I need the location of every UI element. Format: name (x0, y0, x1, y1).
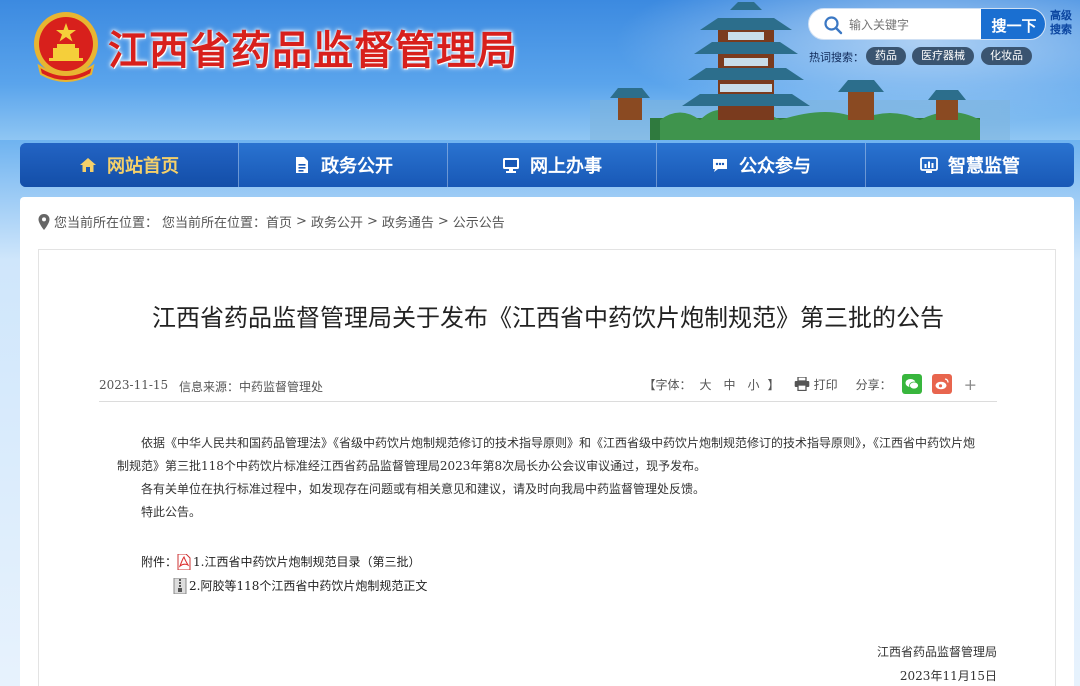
nav-item-public-participation[interactable]: 公众参与 (656, 143, 865, 187)
nav-item-label: 网站首页 (107, 156, 179, 177)
font-size-small[interactable]: 小 (744, 376, 764, 393)
search-icon (824, 16, 843, 35)
nav-item-gov-affairs[interactable]: 政务公开 (238, 143, 447, 187)
weibo-icon (935, 378, 949, 390)
publish-date: 2023-11-15 (99, 378, 169, 392)
article-container: 江西省药品监督管理局关于发布《江西省中药饮片炮制规范》第三批的公告 2023-1… (38, 249, 1056, 686)
share-label: 分享： (855, 377, 892, 392)
breadcrumb-announcements[interactable]: 公示公告 (453, 212, 505, 231)
breadcrumb-prefix: 您当前所在位置： (54, 216, 159, 231)
chart-icon (920, 157, 938, 173)
content-panel: 您当前所在位置： 您当前所在位置：首页 > 政务公开 > 政务通告 > 公示公告… (20, 197, 1074, 686)
national-emblem-icon (34, 12, 98, 82)
nav-item-smart-supervision[interactable]: 智慧监管 (865, 143, 1074, 187)
hot-words-label: 热词搜索： (809, 51, 864, 64)
font-size-label-close: 】 (767, 377, 780, 392)
location-pin-icon (38, 213, 50, 230)
breadcrumb-notices[interactable]: 政务通告 (382, 212, 434, 231)
meta-divider (99, 401, 997, 402)
nav-item-home[interactable]: 网站首页 (20, 143, 238, 187)
article-tools: 【字体： 大 中 小 】 打印 分享： + (643, 374, 977, 394)
hot-tag-cosmetics[interactable]: 化妆品 (981, 47, 1032, 65)
breadcrumb-separator: > (296, 214, 307, 229)
nav-item-label: 网上办事 (530, 156, 602, 177)
info-source: 信息来源：中药监督管理处 (179, 380, 324, 394)
breadcrumb-separator: > (366, 214, 378, 229)
document-icon (296, 157, 308, 173)
share-more-icon[interactable]: + (964, 375, 977, 394)
paragraph: 各有关单位在执行标准过程中，如发现存在问题或有相关意见和建议，请及时向我局中药监… (141, 482, 706, 496)
nav-item-label: 智慧监管 (948, 156, 1020, 177)
article-title: 江西省药品监督管理局关于发布《江西省中药饮片炮制规范》第三批的公告 (152, 304, 944, 332)
nav-item-label: 政务公开 (321, 156, 393, 177)
signature-date: 2023年11月15日 (899, 669, 997, 683)
nav-item-online-services[interactable]: 网上办事 (447, 143, 656, 187)
breadcrumb-separator: > (437, 214, 449, 229)
attachment-row: 附件： 1.江西省中药饮片炮制规范目录（第三批） (141, 550, 427, 574)
search-input[interactable] (849, 14, 979, 36)
hot-tag-medical-device[interactable]: 医疗器械 (912, 47, 974, 65)
attachment-row: 2.阿胶等118个江西省中药饮片炮制规范正文 (141, 574, 427, 598)
hot-tag-drug[interactable]: 药品 (866, 47, 906, 65)
site-title: 江西省药品监督管理局 (108, 27, 518, 74)
attachment-link-1[interactable]: 1.江西省中药饮片炮制规范目录（第三批） (193, 550, 420, 574)
chat-icon (713, 159, 727, 172)
pdf-icon (177, 554, 191, 570)
search-box: 搜一下 (808, 8, 1046, 40)
home-icon (80, 158, 96, 172)
main-nav: 网站首页 政务公开 网上办事 公众参与 智慧监管 (20, 143, 1074, 187)
paragraph: 依据《中华人民共和国药品管理法》《省级中药饮片炮制规范修订的技术指导原则》和《江… (117, 436, 976, 473)
nav-item-label: 公众参与 (739, 156, 811, 177)
article-body: 依据《中华人民共和国药品管理法》《省级中药饮片炮制规范修订的技术指导原则》和《江… (117, 432, 981, 524)
attachment-link-2[interactable]: 2.阿胶等118个江西省中药饮片炮制规范正文 (189, 574, 427, 598)
monitor-icon (503, 158, 519, 173)
zip-icon (173, 578, 187, 594)
breadcrumb-gov-affairs[interactable]: 政务公开 (311, 212, 363, 231)
font-size-medium[interactable]: 中 (720, 376, 740, 393)
print-link[interactable]: 打印 (814, 376, 838, 393)
attachments: 附件： 1.江西省中药饮片炮制规范目录（第三批） 2.阿胶等118个江西省中药饮… (141, 550, 427, 598)
signature-block: 江西省药品监督管理局 2023年11月15日 (877, 640, 997, 686)
printer-icon[interactable] (794, 377, 810, 391)
advanced-search-link[interactable]: 高级搜索 (1050, 9, 1076, 37)
wechat-icon (905, 379, 919, 390)
search-button[interactable]: 搜一下 (981, 9, 1045, 39)
font-size-label: 【字体： (643, 377, 692, 392)
article-meta: 2023-11-15 信息来源：中药监督管理处 【字体： 大 中 小 】 打印 … (99, 374, 997, 398)
share-weibo-button[interactable] (931, 374, 952, 394)
signature-org: 江西省药品监督管理局 (876, 645, 997, 659)
attachments-label: 附件： (141, 555, 178, 569)
paragraph: 特此公告。 (141, 505, 202, 519)
breadcrumb-home[interactable]: 您当前所在位置：首页 (162, 212, 292, 231)
site-header: 江西省药品监督管理局 输入关键字 搜一下 高级搜索 热词搜索： 药品 医疗器械 … (0, 0, 1080, 140)
font-size-large[interactable]: 大 (696, 376, 716, 393)
breadcrumb: 您当前所在位置： 您当前所在位置：首页 > 政务公开 > 政务通告 > 公示公告 (38, 212, 505, 231)
share-wechat-button[interactable] (901, 374, 922, 394)
